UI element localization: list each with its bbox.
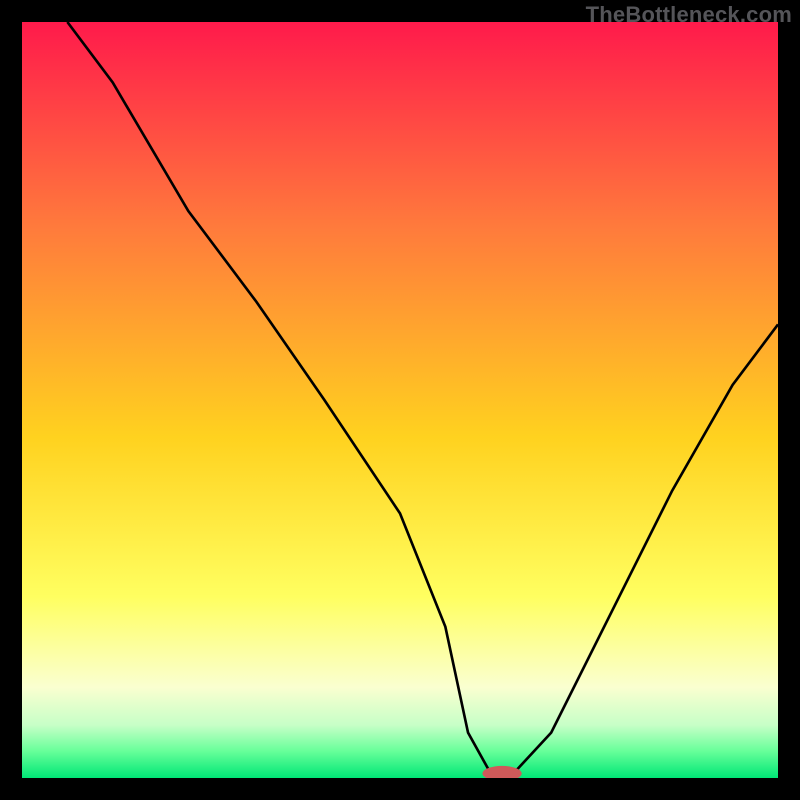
- background-gradient: [22, 22, 778, 778]
- plot-svg: [22, 22, 778, 778]
- plot-area: [22, 22, 778, 778]
- watermark-text: TheBottleneck.com: [586, 2, 792, 28]
- chart-frame: TheBottleneck.com: [0, 0, 800, 800]
